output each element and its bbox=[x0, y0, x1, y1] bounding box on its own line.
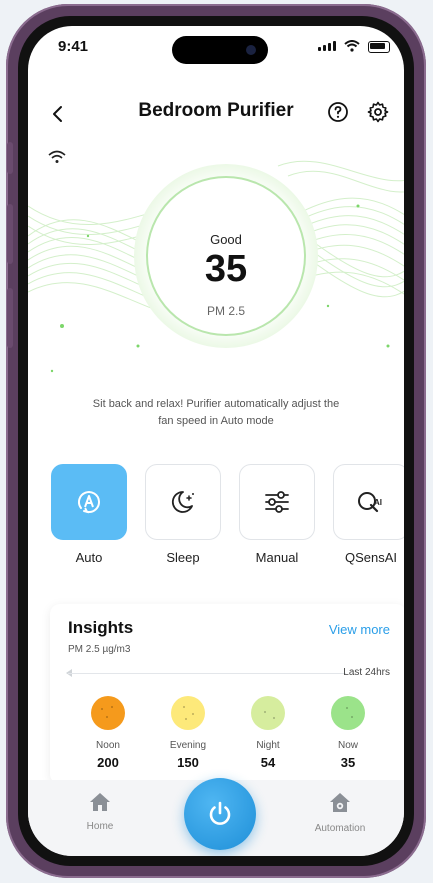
reading-label: Night bbox=[256, 740, 280, 751]
auto-mode-icon bbox=[78, 491, 100, 514]
app-screen: 9:41 Bedroom Purifier Good 35 PM 2.5 Sit… bbox=[28, 26, 404, 856]
reading-dot bbox=[91, 696, 125, 730]
mode-sleep[interactable]: Sleep bbox=[144, 464, 222, 565]
mode-selector: Auto Sleep Manual AI QSensAI bbox=[50, 464, 404, 574]
air-quality-unit: PM 2.5 bbox=[206, 304, 245, 318]
tab-home[interactable]: Home bbox=[60, 792, 140, 832]
mode-label: Sleep bbox=[166, 550, 200, 565]
power-icon bbox=[209, 801, 231, 825]
reading-dot bbox=[331, 696, 365, 730]
power-button[interactable] bbox=[184, 778, 256, 850]
reading-evening: Evening 150 bbox=[148, 696, 228, 770]
reading-dot bbox=[251, 696, 285, 730]
reading-value: 54 bbox=[260, 755, 276, 770]
mode-label: QSensAI bbox=[344, 550, 398, 565]
volume-down-button bbox=[7, 288, 13, 348]
mute-switch bbox=[7, 142, 13, 174]
sliders-icon bbox=[265, 491, 289, 513]
reading-night: Night 54 bbox=[228, 696, 308, 770]
top-nav: Bedroom Purifier bbox=[28, 96, 404, 128]
svg-text:AI: AI bbox=[374, 498, 382, 507]
mode-label: Manual bbox=[255, 550, 299, 565]
reading-label: Evening bbox=[169, 740, 207, 751]
sleep-moon-icon bbox=[171, 491, 194, 513]
reading-label: Now bbox=[337, 740, 358, 751]
reading-dot bbox=[171, 696, 205, 730]
air-quality-value: 35 bbox=[204, 248, 248, 290]
mode-tile bbox=[51, 464, 127, 540]
reading-value: 35 bbox=[340, 755, 356, 770]
bezel: 9:41 Bedroom Purifier Good 35 PM 2.5 Sit… bbox=[18, 16, 414, 866]
mode-qsensai[interactable]: AI QSensAI bbox=[332, 464, 404, 565]
status-bar: 9:41 bbox=[28, 26, 404, 66]
wifi-status-icon bbox=[344, 39, 360, 57]
insights-title: Insights bbox=[68, 618, 134, 637]
mode-auto[interactable]: Auto bbox=[50, 464, 128, 565]
air-quality-dial: Good 35 PM 2.5 bbox=[148, 178, 304, 334]
tab-home-label: Home bbox=[86, 821, 114, 832]
camera-dot bbox=[246, 45, 256, 55]
dynamic-island bbox=[172, 36, 268, 64]
status-time: 9:41 bbox=[58, 38, 89, 55]
timeline-line bbox=[68, 673, 346, 674]
air-quality-ring: Good 35 PM 2.5 bbox=[134, 164, 318, 348]
insights-unit: PM 2.5 µg/m3 bbox=[68, 644, 131, 655]
home-icon bbox=[90, 793, 110, 811]
reading-label: Noon bbox=[96, 740, 120, 751]
gear-icon bbox=[367, 101, 389, 123]
air-quality-status: Good bbox=[210, 232, 242, 247]
auto-mode-message: Sit back and relax! Purifier automatical… bbox=[92, 398, 340, 427]
help-button[interactable] bbox=[326, 100, 350, 129]
tab-automation-label: Automation bbox=[314, 823, 366, 834]
mode-manual[interactable]: Manual bbox=[238, 464, 316, 565]
reading-noon: Noon 200 bbox=[68, 696, 148, 770]
automation-house-gear-icon bbox=[330, 793, 350, 812]
view-more-link[interactable]: View more bbox=[329, 622, 390, 637]
reading-value: 150 bbox=[177, 755, 199, 770]
insights-card: Insights PM 2.5 µg/m3 View more Last 24h… bbox=[50, 604, 404, 784]
mode-tile bbox=[239, 464, 315, 540]
settings-button[interactable] bbox=[366, 100, 390, 129]
cellular-signal-icon bbox=[318, 41, 336, 51]
mode-tile bbox=[145, 464, 221, 540]
volume-up-button bbox=[7, 204, 13, 264]
mode-label: Auto bbox=[75, 550, 103, 565]
reading-now: Now 35 bbox=[308, 696, 388, 770]
help-circle-icon bbox=[328, 102, 348, 122]
insights-range: Last 24hrs bbox=[343, 667, 390, 678]
qsensai-icon: AI bbox=[358, 492, 382, 513]
reading-value: 200 bbox=[97, 755, 119, 770]
mode-tile: AI bbox=[333, 464, 404, 540]
pm-readings: Noon 200 Evening 150 Night 54 Now 35 bbox=[68, 696, 388, 776]
phone-frame: 9:41 Bedroom Purifier Good 35 PM 2.5 Sit… bbox=[6, 4, 426, 878]
tab-automation[interactable]: Automation bbox=[300, 792, 380, 834]
battery-icon bbox=[368, 41, 390, 53]
